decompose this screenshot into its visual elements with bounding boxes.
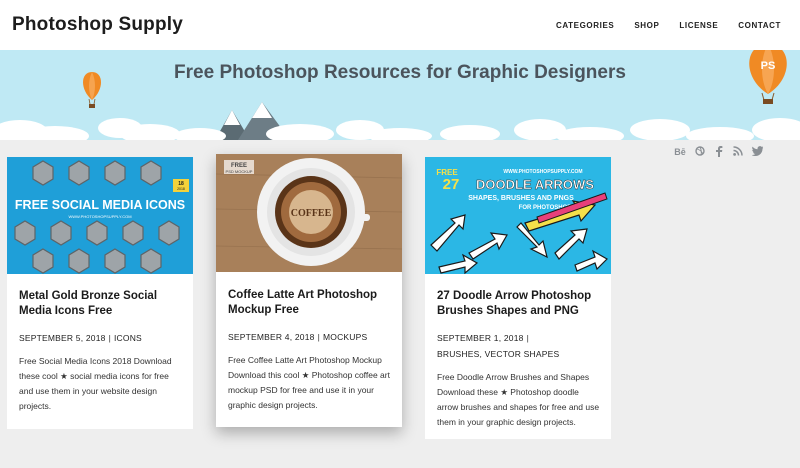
facebook-icon[interactable] xyxy=(714,146,724,158)
post-meta: SEPTEMBER 5, 2018 | ICONS xyxy=(19,330,183,346)
main-nav: CATEGORIES SHOP LICENSE CONTACT xyxy=(556,0,800,50)
post-card[interactable]: FREE SOCIAL MEDIA ICONS WWW.PHOTOSHOPSUP… xyxy=(7,157,193,429)
post-category-link[interactable]: ICONS xyxy=(114,333,142,343)
post-card-body: Metal Gold Bronze Social Media Icons Fre… xyxy=(19,289,183,414)
post-excerpt: Free Coffee Latte Art Photoshop Mockup D… xyxy=(228,355,390,410)
nav-categories[interactable]: CATEGORIES xyxy=(556,21,614,30)
dribbble-icon[interactable] xyxy=(695,146,705,158)
svg-text:2018: 2018 xyxy=(177,187,185,191)
rss-icon[interactable] xyxy=(733,146,743,158)
hero-banner: PS Free Photoshop Resources for Graphic … xyxy=(0,50,800,140)
svg-text:PSD MOCKUP: PSD MOCKUP xyxy=(226,169,253,174)
post-category-link[interactable]: BRUSHES, VECTOR SHAPES xyxy=(437,349,559,359)
nav-shop[interactable]: SHOP xyxy=(634,21,659,30)
meta-separator: | xyxy=(108,333,111,343)
svg-text:WWW.PHOTOSHOPSUPPLY.COM: WWW.PHOTOSHOPSUPPLY.COM xyxy=(503,169,582,175)
svg-text:SHAPES, BRUSHES AND PNGS: SHAPES, BRUSHES AND PNGS xyxy=(468,195,574,202)
clouds-illustration xyxy=(0,118,800,140)
post-card[interactable]: WWW.PHOTOSHOPSUPPLY.COM FREE 27 DOODLE A… xyxy=(425,157,611,439)
post-card-body: 27 Doodle Arrow Photoshop Brushes Shapes… xyxy=(437,289,601,430)
post-thumbnail-doodle-arrows[interactable]: WWW.PHOTOSHOPSUPPLY.COM FREE 27 DOODLE A… xyxy=(425,157,611,274)
post-thumbnail-social-icons[interactable]: FREE SOCIAL MEDIA ICONS WWW.PHOTOSHOPSUP… xyxy=(7,157,193,274)
post-title[interactable]: Coffee Latte Art Photoshop Mockup Free xyxy=(228,288,392,318)
post-date: SEPTEMBER 5, 2018 xyxy=(19,333,106,343)
post-card-body: Coffee Latte Art Photoshop Mockup Free S… xyxy=(228,288,392,413)
post-excerpt: Free Social Media Icons 2018 Download th… xyxy=(19,356,172,411)
post-title[interactable]: 27 Doodle Arrow Photoshop Brushes Shapes… xyxy=(437,289,601,319)
post-title[interactable]: Metal Gold Bronze Social Media Icons Fre… xyxy=(19,289,183,319)
svg-text:DOODLE ARROWS: DOODLE ARROWS xyxy=(476,177,594,192)
meta-separator: | xyxy=(526,333,529,343)
svg-text:COFFEE: COFFEE xyxy=(291,208,332,219)
meta-separator: | xyxy=(317,332,320,342)
twitter-icon[interactable] xyxy=(751,146,764,158)
svg-text:FREE SOCIAL MEDIA ICONS: FREE SOCIAL MEDIA ICONS xyxy=(15,198,185,212)
post-category-link[interactable]: MOCKUPS xyxy=(323,332,367,342)
post-date: SEPTEMBER 1, 2018 xyxy=(437,333,524,343)
post-excerpt: Free Doodle Arrow Brushes and Shapes Dow… xyxy=(437,372,600,427)
svg-text:27: 27 xyxy=(443,176,460,193)
svg-text:WWW.PHOTOSHOPSUPPLY.COM: WWW.PHOTOSHOPSUPPLY.COM xyxy=(68,214,131,219)
post-meta: SEPTEMBER 1, 2018 | BRUSHES, VECTOR SHAPES xyxy=(437,330,601,362)
nav-contact[interactable]: CONTACT xyxy=(738,21,781,30)
site-header: Photoshop Supply CATEGORIES SHOP LICENSE… xyxy=(0,0,800,50)
post-card[interactable]: COFFEE FREE PSD MOCKUP Coffee Latte Art … xyxy=(216,154,402,427)
behance-icon[interactable]: Bē xyxy=(674,146,686,158)
post-meta: SEPTEMBER 4, 2018 | MOCKUPS xyxy=(228,329,392,345)
site-logo[interactable]: Photoshop Supply xyxy=(12,14,183,36)
post-date: SEPTEMBER 4, 2018 xyxy=(228,332,315,342)
social-links: Bē xyxy=(674,146,764,158)
banner-title: Free Photoshop Resources for Graphic Des… xyxy=(174,62,626,83)
post-thumbnail-coffee-mockup[interactable]: COFFEE FREE PSD MOCKUP xyxy=(216,154,402,272)
nav-license[interactable]: LICENSE xyxy=(679,21,718,30)
